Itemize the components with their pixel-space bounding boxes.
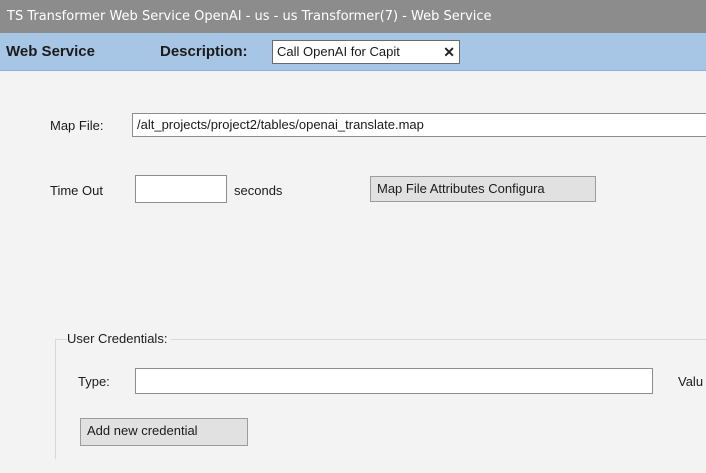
credential-value-label: Valu xyxy=(678,374,704,389)
map-file-label: Map File: xyxy=(50,118,104,133)
map-file-input[interactable]: /alt_projects/project2/tables/openai_tra… xyxy=(132,113,706,137)
header-bar: Web Service Description: Call OpenAI for… xyxy=(0,33,706,71)
section-label: Web Service xyxy=(6,43,95,60)
timeout-input[interactable] xyxy=(135,175,227,203)
description-input[interactable]: Call OpenAI for Capit ✕ xyxy=(272,40,460,64)
credential-type-label: Type: xyxy=(78,374,110,389)
window-title: TS Transformer Web Service OpenAI - us -… xyxy=(0,0,706,33)
close-icon[interactable]: ✕ xyxy=(443,41,455,63)
timeout-label: Time Out xyxy=(50,183,103,198)
description-label: Description: xyxy=(160,43,248,60)
timeout-units-label: seconds xyxy=(234,183,283,198)
form-panel: Map File: /alt_projects/project2/tables/… xyxy=(0,72,706,473)
description-value: Call OpenAI for Capit xyxy=(277,44,400,59)
map-file-attributes-button[interactable]: Map File Attributes Configura xyxy=(370,176,596,202)
credential-type-input[interactable] xyxy=(135,368,653,394)
add-credential-button[interactable]: Add new credential xyxy=(80,418,248,446)
credentials-group-label: User Credentials: xyxy=(67,331,172,346)
